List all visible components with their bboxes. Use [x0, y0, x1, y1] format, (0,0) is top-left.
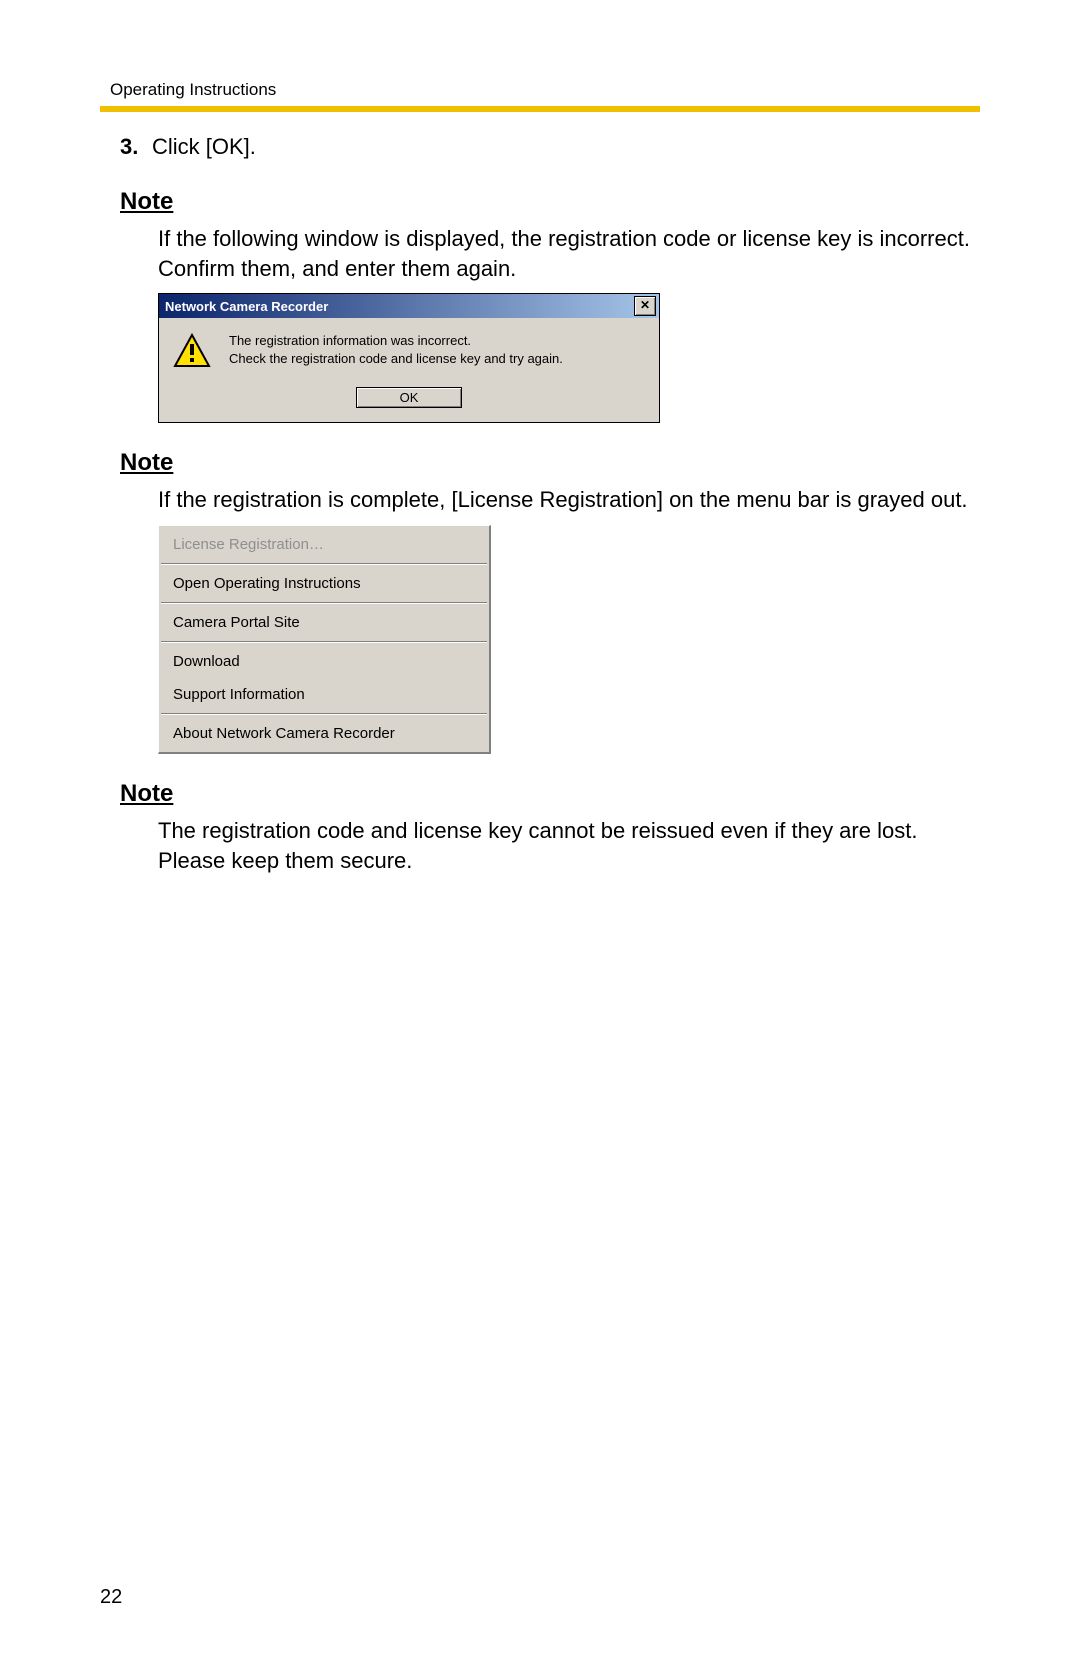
- note-heading-1: Note: [120, 188, 980, 216]
- note-text-1: If the following window is displayed, th…: [158, 224, 970, 283]
- ok-button[interactable]: OK: [356, 387, 462, 408]
- dialog-message-line2: Check the registration code and license …: [229, 351, 563, 366]
- menu-separator: [161, 713, 487, 715]
- menu-item-download[interactable]: Download: [159, 645, 489, 678]
- menu-separator: [161, 602, 487, 604]
- menu-item-open-instructions[interactable]: Open Operating Instructions: [159, 567, 489, 600]
- warning-icon: [173, 332, 211, 375]
- step-text: Click [OK].: [152, 134, 256, 160]
- step-3: 3. Click [OK].: [120, 134, 980, 160]
- menu-separator: [161, 641, 487, 643]
- dialog-message: The registration information was incorre…: [229, 332, 563, 375]
- menu-separator: [161, 563, 487, 565]
- menu-item-camera-portal[interactable]: Camera Portal Site: [159, 606, 489, 639]
- menu-item-about[interactable]: About Network Camera Recorder: [159, 717, 489, 750]
- note-text-3: The registration code and license key ca…: [158, 816, 970, 875]
- dialog-titlebar: Network Camera Recorder ✕: [159, 294, 659, 318]
- error-dialog: Network Camera Recorder ✕ The registrati…: [158, 293, 660, 423]
- menu-item-support-info[interactable]: Support Information: [159, 678, 489, 711]
- page-number: 22: [100, 1586, 122, 1609]
- dialog-message-line1: The registration information was incorre…: [229, 333, 471, 348]
- menu-item-license-registration: License Registration…: [159, 528, 489, 561]
- step-number: 3.: [120, 134, 152, 160]
- note-heading-2: Note: [120, 449, 980, 477]
- running-header: Operating Instructions: [110, 80, 980, 100]
- dialog-body: The registration information was incorre…: [159, 318, 659, 379]
- header-rule: [100, 106, 980, 112]
- document-page: Operating Instructions 3. Click [OK]. No…: [0, 0, 1080, 1669]
- note-heading-3: Note: [120, 780, 980, 808]
- note-text-2: If the registration is complete, [Licens…: [158, 485, 970, 515]
- dialog-title: Network Camera Recorder: [165, 299, 634, 314]
- dialog-button-row: OK: [159, 379, 659, 422]
- help-menu: License Registration… Open Operating Ins…: [158, 525, 491, 754]
- close-button[interactable]: ✕: [634, 296, 656, 316]
